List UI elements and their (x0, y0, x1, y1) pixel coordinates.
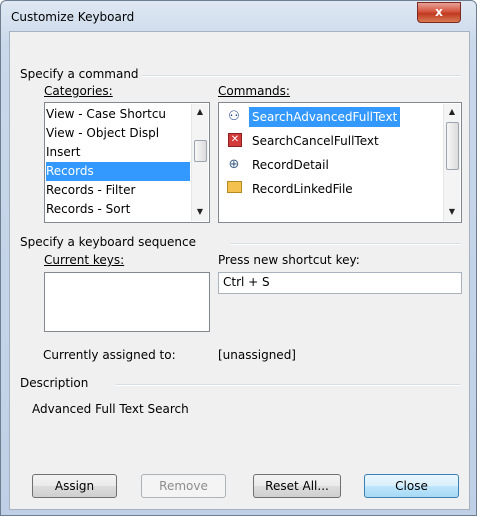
description-text: Advanced Full Text Search (32, 402, 189, 416)
command-label: SearchAdvancedFullText (249, 107, 401, 127)
category-item[interactable]: View - Case Shortcu (46, 105, 190, 124)
commands-label: Commands: (218, 84, 290, 98)
current-keys-list[interactable] (44, 272, 210, 332)
reset-all-button[interactable]: Reset All... (253, 474, 341, 498)
command-item[interactable]: ✕ SearchCancelFullText (220, 130, 442, 152)
command-item-selected[interactable]: ⚇ SearchAdvancedFullText (220, 106, 442, 128)
open-folder-icon (227, 181, 242, 193)
scroll-up-icon[interactable]: ▲ (444, 104, 460, 120)
command-label: SearchCancelFullText (252, 134, 379, 148)
group-divider (115, 384, 461, 386)
command-label: RecordDetail (252, 158, 329, 172)
remove-button[interactable]: Remove (141, 474, 226, 498)
binoculars-icon: ⚇ (228, 109, 240, 124)
new-shortcut-label: Press new shortcut key: (218, 253, 360, 267)
new-shortcut-input[interactable]: Ctrl + S (218, 272, 462, 294)
categories-scrollbar[interactable]: ▲ ▼ (191, 104, 208, 221)
current-keys-label: Current keys: (44, 253, 125, 267)
scroll-thumb[interactable] (194, 140, 207, 162)
categories-list[interactable]: View - Case Shortcu View - Object Displ … (44, 102, 210, 223)
categories-label: Categories: (44, 84, 113, 98)
scroll-thumb[interactable] (446, 122, 459, 170)
dialog-client-area: Specify a command Categories: View - Cas… (9, 31, 470, 510)
keyboard-sequence-group-label: Specify a keyboard sequence (20, 235, 199, 249)
scroll-down-icon[interactable]: ▼ (444, 204, 460, 220)
magnifier-icon: ⊕ (228, 157, 240, 172)
category-item[interactable]: Insert (46, 143, 190, 162)
window-close-button[interactable]: x (417, 2, 461, 23)
group-divider (230, 243, 461, 245)
category-item-selected[interactable]: Records (46, 162, 190, 181)
cancel-x-icon: ✕ (228, 133, 242, 147)
currently-assigned-value: [unassigned] (218, 348, 296, 362)
scroll-up-icon[interactable]: ▲ (192, 104, 208, 120)
commands-list[interactable]: ⚇ SearchAdvancedFullText ✕ SearchCancelF… (218, 102, 462, 223)
assign-button[interactable]: Assign (32, 474, 117, 498)
command-item[interactable]: ⊕ RecordDetail (220, 154, 442, 176)
title-bar[interactable]: Customize Keyboard x (1, 1, 476, 31)
command-label: RecordLinkedFile (252, 182, 353, 196)
specify-command-group-label: Specify a command (20, 67, 142, 81)
command-item[interactable]: RecordLinkedFile (220, 178, 442, 200)
new-shortcut-value: Ctrl + S (223, 275, 270, 289)
customize-keyboard-window: Customize Keyboard x Specify a command C… (0, 0, 477, 516)
category-item[interactable]: View - Object Displ (46, 124, 190, 143)
window-title: Customize Keyboard (11, 10, 135, 24)
commands-scrollbar[interactable]: ▲ ▼ (443, 104, 460, 221)
currently-assigned-label: Currently assigned to: (43, 348, 176, 362)
close-button[interactable]: Close (364, 474, 459, 498)
scroll-down-icon[interactable]: ▼ (192, 204, 208, 220)
category-item[interactable]: Records - Sort (46, 200, 190, 219)
description-group-label: Description (20, 376, 92, 390)
group-divider (135, 75, 461, 77)
close-icon: x (435, 5, 443, 19)
category-item[interactable]: Records - Filter (46, 181, 190, 200)
